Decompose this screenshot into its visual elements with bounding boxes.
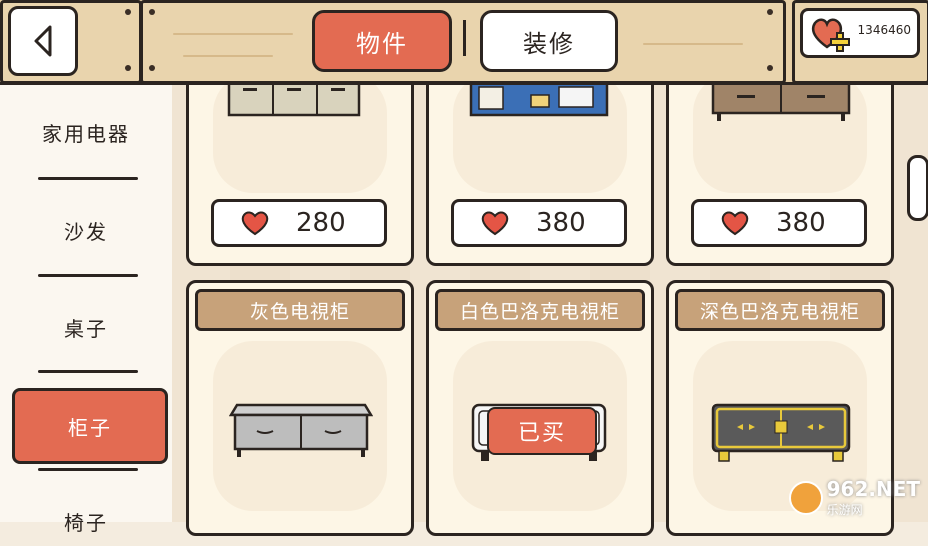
hearts-counter[interactable]: 1346460 — [800, 8, 920, 58]
heart-icon — [721, 211, 749, 236]
cabinet-image — [711, 81, 851, 121]
item-card[interactable]: 280 — [186, 60, 414, 266]
tab-decoration[interactable]: 装修 — [480, 10, 618, 72]
item-name: 灰色电視柜 — [249, 300, 350, 323]
tab-items[interactable]: 物件 — [312, 10, 452, 72]
item-name: 深色巴洛克电視柜 — [699, 300, 860, 323]
tab-separator — [463, 20, 466, 56]
watermark-subtext: 乐游网 — [826, 503, 863, 517]
category-label: 柜子 — [68, 415, 112, 440]
divider — [38, 468, 138, 471]
price-button[interactable]: 380 — [451, 199, 627, 247]
item-card[interactable]: 380 — [666, 60, 894, 266]
heart-icon — [241, 211, 269, 236]
price-button[interactable]: 380 — [691, 199, 867, 247]
cabinet-image — [227, 81, 361, 117]
category-cabinet[interactable]: 柜子 — [12, 388, 168, 464]
divider — [38, 177, 138, 180]
scrollbar-handle[interactable] — [907, 155, 928, 221]
back-arrow-icon — [34, 25, 52, 57]
bought-label: 已买 — [517, 421, 566, 446]
category-appliances[interactable]: 家用电器 — [0, 107, 172, 157]
heart-icon — [481, 211, 509, 236]
category-label: 家用电器 — [42, 121, 130, 146]
item-name-plate: 灰色电視柜 — [195, 289, 405, 331]
price-button[interactable]: 280 — [211, 199, 387, 247]
item-name: 白色巴洛克电視柜 — [459, 300, 620, 323]
bought-badge: 已买 — [487, 407, 597, 455]
heart-plus-icon — [811, 18, 850, 52]
item-card[interactable]: 灰色电視柜 — [186, 280, 414, 536]
watermark: 962.NET 乐游网 — [788, 477, 920, 518]
tab-decoration-label: 装修 — [523, 29, 575, 58]
item-name-plate: 深色巴洛克电視柜 — [675, 289, 885, 331]
divider — [38, 370, 138, 373]
divider — [38, 274, 138, 277]
category-chair[interactable]: 椅子 — [0, 496, 172, 546]
watermark-logo-icon — [788, 480, 823, 515]
category-label: 桌子 — [64, 316, 108, 341]
watermark-text: 962.NET — [826, 477, 920, 501]
hearts-amount: 1346460 — [857, 23, 911, 37]
category-table[interactable]: 桌子 — [0, 302, 172, 352]
item-card[interactable]: 白色巴洛克电視柜 已买 — [426, 280, 654, 536]
back-button[interactable] — [8, 6, 78, 76]
item-card[interactable]: 380 — [426, 60, 654, 266]
price-value: 280 — [296, 208, 346, 238]
bookshelf-image — [469, 81, 609, 117]
category-label: 椅子 — [64, 510, 108, 535]
dark-baroque-tv-cabinet-image — [711, 403, 851, 462]
price-value: 380 — [536, 208, 586, 238]
category-sofa[interactable]: 沙发 — [0, 205, 172, 255]
item-name-plate: 白色巴洛克电視柜 — [435, 289, 645, 331]
category-label: 沙发 — [64, 219, 108, 244]
gray-tv-cabinet-image — [229, 403, 373, 457]
price-value: 380 — [776, 208, 826, 238]
tab-items-label: 物件 — [356, 29, 408, 58]
